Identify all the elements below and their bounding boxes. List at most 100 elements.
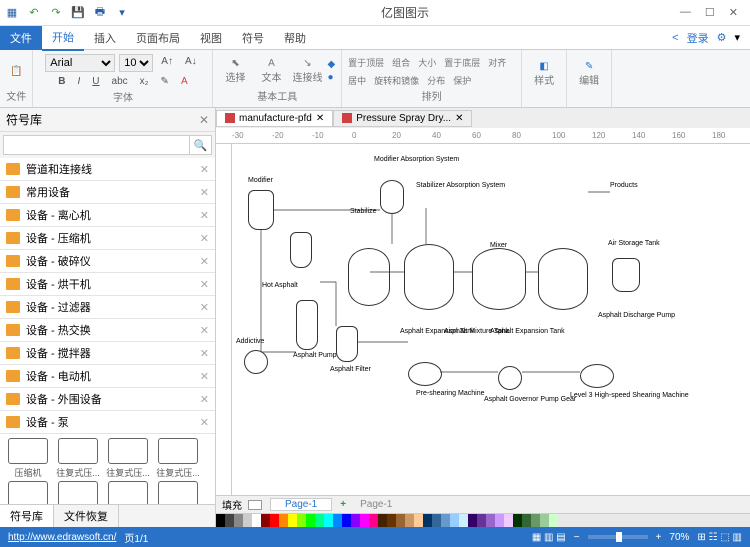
category-item[interactable]: 设备 - 热交换✕ (0, 319, 215, 342)
color-swatch[interactable] (216, 514, 225, 527)
font-family-select[interactable]: Arial (45, 54, 115, 72)
color-swatch[interactable] (495, 514, 504, 527)
status-url[interactable]: http://www.edrawsoft.cn/ (8, 532, 116, 543)
bold-button[interactable]: B (54, 74, 69, 89)
share-icon[interactable]: < (672, 32, 678, 44)
category-close-icon[interactable]: ✕ (200, 232, 209, 245)
shape-item[interactable]: 往复式压... (4, 481, 52, 504)
category-close-icon[interactable]: ✕ (200, 186, 209, 199)
node-preshear[interactable] (408, 362, 442, 386)
redo-icon[interactable]: ↷ (48, 5, 64, 21)
node-filter[interactable] (336, 326, 358, 362)
color-swatch[interactable] (387, 514, 396, 527)
color-swatch[interactable] (432, 514, 441, 527)
tab-start[interactable]: 开始 (42, 25, 84, 51)
align-btn[interactable]: 对齐 (488, 56, 506, 69)
sidebar-tab-recover[interactable]: 文件恢复 (54, 505, 119, 527)
color-swatch[interactable] (486, 514, 495, 527)
font-color-icon[interactable]: A (177, 74, 192, 89)
tab-close-icon[interactable]: ✕ (455, 113, 463, 124)
color-swatch[interactable] (360, 514, 369, 527)
color-swatch[interactable] (513, 514, 522, 527)
color-swatch[interactable] (225, 514, 234, 527)
fill-icon[interactable]: ◆ (327, 59, 335, 70)
color-swatch[interactable] (306, 514, 315, 527)
tab-layout[interactable]: 页面布局 (126, 26, 190, 50)
canvas[interactable]: Modifier Modifier Absorption System Stab… (232, 144, 750, 495)
category-item[interactable]: 设备 - 泵✕ (0, 411, 215, 434)
shape-item[interactable]: 回转式压... (154, 481, 202, 504)
category-item[interactable]: 设备 - 压缩机✕ (0, 227, 215, 250)
color-swatch[interactable] (423, 514, 432, 527)
view-icon[interactable]: ▦ ▥ ▤ (532, 532, 566, 543)
gear-icon[interactable]: ⚙ (717, 31, 727, 44)
color-swatch[interactable] (477, 514, 486, 527)
category-close-icon[interactable]: ✕ (200, 393, 209, 406)
color-swatch[interactable] (522, 514, 531, 527)
category-close-icon[interactable]: ✕ (200, 347, 209, 360)
maximize-icon[interactable]: ☐ (705, 6, 715, 19)
highlight-icon[interactable]: ✎ (157, 74, 173, 89)
underline-button[interactable]: U (88, 74, 103, 89)
strike-icon[interactable]: abc (108, 74, 132, 89)
node-l3[interactable] (580, 364, 614, 388)
center-btn[interactable]: 居中 (348, 74, 366, 87)
color-swatch[interactable] (270, 514, 279, 527)
tab-close-icon[interactable]: ✕ (316, 113, 324, 124)
color-swatch[interactable] (369, 514, 378, 527)
save-icon[interactable]: 💾 (70, 5, 86, 21)
search-button[interactable]: 🔍 (190, 135, 212, 155)
italic-button[interactable]: I (74, 74, 85, 89)
zoom-out-icon[interactable]: − (574, 532, 580, 543)
circle-icon[interactable]: ● (327, 72, 335, 83)
status-icon[interactable]: ⊞ ☷ ⬚ ▥ (697, 532, 742, 543)
style-button[interactable]: ◧样式 (528, 61, 560, 87)
dropdown-icon[interactable]: ▾ (114, 5, 130, 21)
color-swatch[interactable] (531, 514, 540, 527)
color-swatch[interactable] (243, 514, 252, 527)
node-stab[interactable] (290, 232, 312, 268)
node-gov[interactable] (498, 366, 522, 390)
paste-icon[interactable]: 📋 (6, 64, 26, 79)
category-item[interactable]: 设备 - 离心机✕ (0, 204, 215, 227)
color-swatch[interactable] (405, 514, 414, 527)
category-item[interactable]: 管道和连接线✕ (0, 158, 215, 181)
print-icon[interactable]: 🖶 (92, 5, 108, 21)
node-mixer[interactable] (472, 248, 526, 310)
node-v4[interactable] (538, 248, 588, 310)
category-item[interactable]: 常用设备✕ (0, 181, 215, 204)
size-btn[interactable]: 大小 (418, 56, 436, 69)
shape-item[interactable]: 往复式压... (104, 438, 152, 479)
shape-item[interactable]: 压缩机 (4, 438, 52, 479)
font-increase-icon[interactable]: A↑ (157, 54, 177, 72)
color-swatch[interactable] (468, 514, 477, 527)
minimize-icon[interactable]: — (680, 6, 691, 19)
node-modifier[interactable] (248, 190, 274, 230)
shape-item[interactable]: 离心机 (54, 481, 102, 504)
node-add[interactable] (244, 350, 268, 374)
category-item[interactable]: 设备 - 过滤器✕ (0, 296, 215, 319)
category-close-icon[interactable]: ✕ (200, 416, 209, 429)
category-close-icon[interactable]: ✕ (200, 255, 209, 268)
chevron-down-icon[interactable]: ▾ (734, 31, 740, 44)
color-swatch[interactable] (441, 514, 450, 527)
color-swatch[interactable] (414, 514, 423, 527)
sidebar-close-icon[interactable]: ✕ (199, 113, 209, 127)
tab-view[interactable]: 视图 (190, 26, 232, 50)
category-close-icon[interactable]: ✕ (200, 163, 209, 176)
page-tab-1[interactable]: Page-1 (270, 498, 332, 511)
text-tool[interactable]: A文本 (255, 58, 287, 84)
node-airtank[interactable] (612, 258, 640, 292)
edit-button[interactable]: ✎编辑 (573, 61, 605, 87)
color-swatch[interactable] (342, 514, 351, 527)
font-size-select[interactable]: 10 (119, 54, 153, 72)
node-v2[interactable] (404, 244, 454, 310)
color-swatch[interactable] (297, 514, 306, 527)
color-swatch[interactable] (540, 514, 549, 527)
color-swatch[interactable] (279, 514, 288, 527)
color-swatch[interactable] (396, 514, 405, 527)
color-swatch[interactable] (324, 514, 333, 527)
zoom-slider[interactable] (588, 535, 648, 539)
fill-swatch[interactable] (248, 500, 262, 510)
connector-tool[interactable]: ↘连接线 (291, 58, 323, 84)
